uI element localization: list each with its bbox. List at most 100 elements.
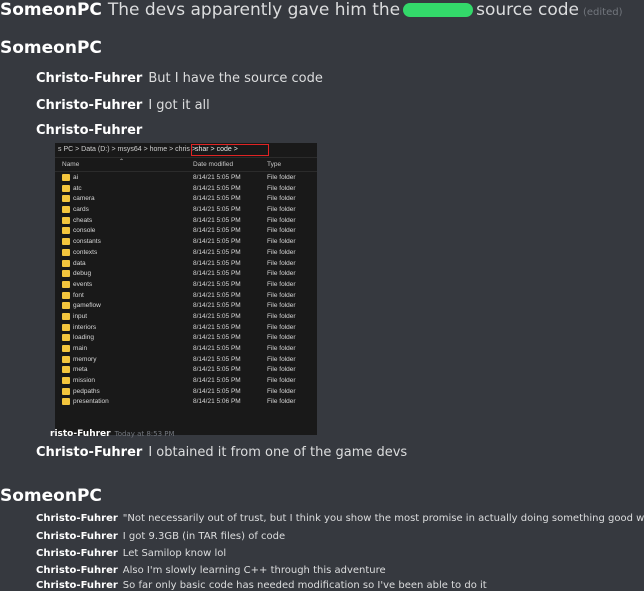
folder-row[interactable]: gameflow 8/14/21 5:05 PM File folder — [55, 300, 317, 311]
breadcrumb: s PC > Data (D:) > msys64 > home > chris… — [55, 143, 317, 158]
folder-icon — [62, 206, 70, 214]
folder-row[interactable]: events 8/14/21 5:05 PM File folder — [55, 279, 317, 290]
folder-row[interactable]: debug 8/14/21 5:05 PM File folder — [55, 268, 317, 279]
folder-name: interiors — [73, 323, 97, 331]
group-author-heading[interactable]: SomeonPC — [0, 38, 102, 58]
folder-row[interactable]: presentation 8/14/21 5:06 PM File folder — [55, 396, 317, 407]
message-author[interactable]: Christo-Fuhrer — [36, 71, 142, 86]
folder-date: 8/14/21 5:06 PM — [193, 398, 241, 406]
folder-icon — [62, 334, 70, 342]
folder-date: 8/14/21 5:05 PM — [193, 345, 241, 352]
message-author[interactable]: Christo-Fuhrer — [36, 548, 118, 559]
folder-date: 8/14/21 5:05 PM — [193, 312, 241, 320]
folder-row[interactable]: atc 8/14/21 5:05 PM File folder — [55, 183, 317, 194]
folder-type: File folder — [267, 345, 296, 352]
folder-icon — [62, 345, 70, 352]
folder-row[interactable]: memory 8/14/21 5:05 PM File folder — [55, 354, 317, 365]
folder-row[interactable]: camera 8/14/21 5:05 PM File folder — [55, 193, 317, 204]
folder-icon — [62, 238, 70, 246]
group-author-heading[interactable]: SomeonPC — [0, 486, 102, 506]
chat-message: Christo-Fuhrer But I have the source code — [36, 71, 323, 86]
folder-type: File folder — [267, 398, 296, 406]
folder-name: presentation — [73, 398, 109, 406]
folder-name: input — [73, 312, 88, 320]
folder-icon — [62, 377, 70, 385]
edited-tag: (edited) — [582, 7, 623, 18]
message-author[interactable]: Christo-Fuhrer — [36, 565, 118, 576]
folder-row[interactable]: pedpaths 8/14/21 5:05 PM File folder — [55, 386, 317, 397]
folder-row[interactable]: data 8/14/21 5:05 PM File folder — [55, 258, 317, 269]
folder-type: File folder — [267, 227, 296, 235]
folder-date: 8/14/21 5:05 PM — [193, 387, 241, 395]
message-text: "Not necessarily out of trust, but I thi… — [122, 513, 644, 524]
folder-row[interactable]: input 8/14/21 5:05 PM File folder — [55, 311, 317, 322]
folder-row[interactable]: mission 8/14/21 5:05 PM File folder — [55, 375, 317, 386]
folder-row[interactable]: main 8/14/21 5:05 PM File folder — [55, 343, 317, 354]
folder-type: File folder — [267, 377, 296, 385]
folder-date: 8/14/21 5:05 PM — [193, 238, 241, 246]
folder-row[interactable]: cheats 8/14/21 5:05 PM File folder — [55, 215, 317, 226]
folder-type: File folder — [267, 323, 296, 331]
folder-name: events — [73, 280, 93, 288]
file-list: ai 8/14/21 5:05 PM File folder atc 8/14/21 5… — [55, 172, 317, 407]
folder-name: mission — [73, 377, 96, 385]
folder-name: font — [73, 291, 84, 299]
message-author[interactable]: Christo-Fuhrer — [36, 513, 118, 524]
message-author[interactable]: Christo-Fuhrer — [36, 531, 118, 542]
message-text: I got 9.3GB (in TAR files) of code — [122, 531, 286, 542]
message-author[interactable]: Christo-Fuhrer — [36, 123, 142, 138]
chat-message: Christo-Fuhrer I got 9.3GB (in TAR files)… — [36, 531, 285, 542]
folder-row[interactable]: console 8/14/21 5:05 PM File folder — [55, 225, 317, 236]
message-author[interactable]: risto-Fuhrer — [50, 429, 111, 439]
folder-icon — [62, 302, 70, 310]
folder-icon — [62, 398, 70, 406]
folder-icon — [62, 195, 70, 203]
folder-row[interactable]: ai 8/14/21 5:05 PM File folder — [55, 172, 317, 183]
highlight-box: shar > code > — [191, 144, 269, 156]
message-author[interactable]: Christo-Fuhrer — [36, 98, 142, 113]
message-text: So far only basic code has needed modifi… — [122, 580, 487, 591]
folder-type: File folder — [267, 216, 296, 224]
folder-row[interactable]: constants 8/14/21 5:05 PM File folder — [55, 236, 317, 247]
folder-name: cheats — [73, 216, 93, 224]
folder-icon — [62, 216, 70, 224]
folder-row[interactable]: contexts 8/14/21 5:05 PM File folder — [55, 247, 317, 258]
folder-name: constants — [73, 238, 101, 246]
message-author[interactable]: SomeonPC — [0, 0, 102, 20]
folder-icon — [62, 227, 70, 235]
chat-message: Christo-Fuhrer I obtained it from one of … — [36, 445, 407, 460]
image-footer: risto-Fuhrer Today at 8:53 PM — [50, 429, 175, 439]
folder-type: File folder — [267, 302, 296, 310]
folder-icon — [62, 248, 70, 256]
folder-date: 8/14/21 5:05 PM — [193, 302, 241, 310]
folder-date: 8/14/21 5:05 PM — [193, 195, 241, 203]
folder-type: File folder — [267, 312, 296, 320]
folder-row[interactable]: loading 8/14/21 5:05 PM File folder — [55, 332, 317, 343]
sort-chevron-icon: ⌃ — [119, 159, 125, 165]
folder-row[interactable]: cards 8/14/21 5:05 PM File folder — [55, 204, 317, 215]
message-author[interactable]: Christo-Fuhrer — [36, 580, 118, 591]
chat-message: Christo-Fuhrer I got it all — [36, 98, 210, 113]
message-author[interactable]: Christo-Fuhrer — [36, 445, 142, 460]
file-explorer-screenshot[interactable]: s PC > Data (D:) > msys64 > home > chris… — [55, 143, 317, 435]
folder-row[interactable]: meta 8/14/21 5:05 PM File folder — [55, 364, 317, 375]
folder-icon — [62, 323, 70, 331]
folder-type: File folder — [267, 355, 296, 363]
folder-type: File folder — [267, 334, 296, 342]
folder-type: File folder — [267, 366, 296, 374]
folder-row[interactable]: font 8/14/21 5:05 PM File folder — [55, 290, 317, 301]
message-text: But I have the source code — [148, 71, 323, 86]
folder-row[interactable]: interiors 8/14/21 5:05 PM File folder — [55, 322, 317, 333]
folder-name: debug — [73, 270, 92, 278]
column-headers: Name ⌃ Date modified Type — [55, 158, 317, 172]
redaction-mark — [403, 3, 474, 17]
folder-type: File folder — [267, 291, 296, 299]
folder-date: 8/14/21 5:05 PM — [193, 184, 241, 192]
folder-name: camera — [73, 195, 95, 203]
chat-message: Christo-Fuhrer Let Samilop know lol — [36, 548, 226, 559]
chat-message: Christo-Fuhrer Also I'm slowly learning C… — [36, 565, 386, 576]
folder-date: 8/14/21 5:05 PM — [193, 206, 241, 214]
breadcrumb-path: s PC > Data (D:) > msys64 > home > chris… — [58, 146, 196, 153]
folder-type: File folder — [267, 387, 296, 395]
message-text: I got it all — [148, 98, 210, 113]
